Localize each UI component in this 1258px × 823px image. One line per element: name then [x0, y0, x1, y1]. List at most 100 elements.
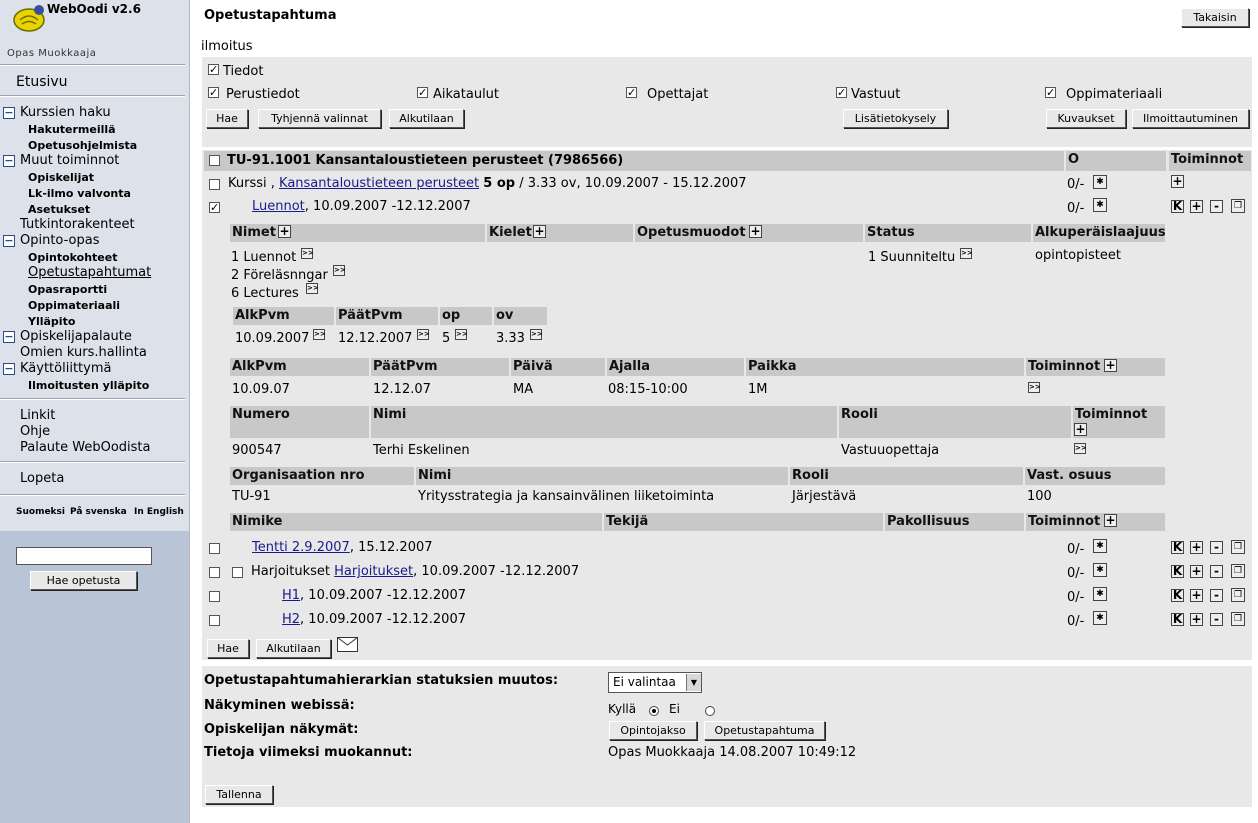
remove-button[interactable]: -: [1210, 613, 1223, 626]
row-checkbox[interactable]: ✓: [209, 202, 220, 213]
add-schedule-button[interactable]: +: [1104, 359, 1117, 372]
lecture-link[interactable]: Luennot: [252, 199, 305, 214]
person-icon[interactable]: ✱: [1093, 175, 1107, 189]
nav-opetustapahtumat[interactable]: Opetustapahtumat: [28, 265, 151, 280]
add-button[interactable]: +: [1190, 613, 1203, 626]
collapse-icon[interactable]: −: [3, 155, 15, 167]
nav-tutkintorakenteet[interactable]: Tutkintorakenteet: [20, 217, 135, 232]
add-button[interactable]: +: [1171, 175, 1184, 188]
more-button[interactable]: >>: [530, 329, 543, 340]
h1-link[interactable]: H1: [282, 588, 300, 603]
nav-opiskelijapalaute[interactable]: Opiskelijapalaute: [20, 329, 132, 344]
k-button[interactable]: K: [1171, 613, 1184, 626]
nav-hakutermeilla[interactable]: Hakutermeillä: [28, 123, 116, 136]
add-button[interactable]: +: [1190, 200, 1203, 213]
tiedot-checkbox[interactable]: ✓: [208, 64, 219, 75]
row-checkbox[interactable]: [209, 543, 220, 554]
perustiedot-checkbox[interactable]: ✓: [208, 87, 219, 98]
nav-kurssien-haku[interactable]: Kurssien haku: [20, 105, 111, 120]
more-button[interactable]: >>: [313, 329, 326, 340]
k-button[interactable]: K: [1171, 589, 1184, 602]
row-checkbox[interactable]: [209, 591, 220, 602]
add-teacher-button[interactable]: +: [1074, 423, 1087, 436]
back-button[interactable]: Takaisin: [1181, 8, 1249, 27]
add-material-button[interactable]: +: [1104, 514, 1117, 527]
extra-info-button[interactable]: Lisätietokysely: [843, 109, 948, 128]
remove-button[interactable]: -: [1210, 589, 1223, 602]
more-button[interactable]: >>: [333, 265, 346, 276]
more-button[interactable]: >>: [1028, 382, 1041, 393]
nav-palaute[interactable]: Palaute WebOodista: [20, 440, 151, 455]
nav-asetukset[interactable]: Asetukset: [28, 203, 90, 216]
k-button[interactable]: K: [1171, 541, 1184, 554]
course-view-button[interactable]: Opintojakso: [609, 721, 697, 740]
copy-icon[interactable]: ❐: [1231, 540, 1245, 554]
more-button[interactable]: >>: [1074, 443, 1087, 454]
nav-lk-ilmo-valvonta[interactable]: Lk-ilmo valvonta: [28, 187, 131, 200]
nav-opinto-opas[interactable]: Opinto-opas: [20, 233, 100, 248]
k-button[interactable]: K: [1171, 565, 1184, 578]
web-yes-radio[interactable]: [649, 705, 659, 716]
chevron-down-icon[interactable]: ▼: [686, 674, 701, 691]
nav-opiskelijat[interactable]: Opiskelijat: [28, 171, 94, 184]
collapse-icon[interactable]: −: [3, 235, 15, 247]
remove-button[interactable]: -: [1210, 200, 1223, 213]
more-button[interactable]: >>: [301, 248, 314, 259]
more-button[interactable]: >>: [306, 283, 319, 294]
nav-yllapito[interactable]: Ylläpito: [28, 315, 75, 328]
copy-icon[interactable]: ❐: [1231, 199, 1245, 213]
nav-linkit[interactable]: Linkit: [20, 408, 55, 423]
more-button[interactable]: >>: [417, 329, 430, 340]
nav-home[interactable]: Etusivu: [16, 74, 68, 90]
more-button[interactable]: >>: [455, 329, 468, 340]
remove-button[interactable]: -: [1210, 565, 1223, 578]
reset-button[interactable]: Alkutilaan: [389, 109, 464, 128]
vastuut-checkbox[interactable]: ✓: [836, 87, 847, 98]
person-icon[interactable]: ✱: [1093, 198, 1107, 212]
person-icon[interactable]: ✱: [1093, 611, 1107, 625]
row-checkbox[interactable]: [209, 179, 220, 190]
save-button[interactable]: Tallenna: [205, 785, 273, 804]
add-form-button[interactable]: +: [749, 225, 762, 238]
nav-opintokohteet[interactable]: Opintokohteet: [28, 251, 118, 264]
lang-en[interactable]: In English: [134, 507, 184, 517]
add-button[interactable]: +: [1190, 565, 1203, 578]
row-checkbox[interactable]: [209, 615, 220, 626]
mail-icon[interactable]: [337, 637, 358, 652]
exercise-link[interactable]: Harjoitukset: [334, 564, 413, 579]
person-icon[interactable]: ✱: [1093, 563, 1107, 577]
nav-muut-toiminnot[interactable]: Muut toiminnot: [20, 153, 119, 168]
nav-opetusohjelmista[interactable]: Opetusohjelmista: [28, 139, 137, 152]
search-button[interactable]: Hae: [206, 109, 248, 128]
descriptions-button[interactable]: Kuvaukset: [1046, 109, 1126, 128]
nav-kayttoliittyma[interactable]: Käyttöliittymä: [20, 361, 111, 376]
collapse-icon[interactable]: −: [3, 363, 15, 375]
exam-link[interactable]: Tentti 2.9.2007: [252, 540, 350, 555]
add-language-button[interactable]: +: [533, 225, 546, 238]
sidebar-search-input[interactable]: [16, 547, 152, 565]
remove-button[interactable]: -: [1210, 541, 1223, 554]
search-course-button[interactable]: Hae opetusta: [30, 571, 137, 590]
add-button[interactable]: +: [1190, 589, 1203, 602]
add-name-button[interactable]: +: [278, 225, 291, 238]
person-icon[interactable]: ✱: [1093, 587, 1107, 601]
nav-ohje[interactable]: Ohje: [20, 424, 50, 439]
web-no-radio[interactable]: [705, 705, 716, 716]
reset-button-bottom[interactable]: Alkutilaan: [256, 639, 331, 658]
h2-link[interactable]: H2: [282, 612, 300, 627]
k-button[interactable]: K: [1171, 200, 1184, 213]
aikataulut-checkbox[interactable]: ✓: [417, 87, 428, 98]
collapse-icon[interactable]: −: [3, 331, 15, 343]
clear-selections-button[interactable]: Tyhjennä valinnat: [258, 109, 381, 128]
nav-oppimateriaali[interactable]: Oppimateriaali: [28, 299, 120, 312]
lang-sv[interactable]: På svenska: [70, 507, 127, 517]
nav-opasraportti[interactable]: Opasraportti: [28, 283, 107, 296]
opettajat-checkbox[interactable]: ✓: [626, 87, 637, 98]
copy-icon[interactable]: ❐: [1231, 588, 1245, 602]
registration-button[interactable]: Ilmoittautuminen: [1132, 109, 1249, 128]
event-view-button[interactable]: Opetustapahtuma: [704, 721, 825, 740]
copy-icon[interactable]: ❐: [1231, 612, 1245, 626]
nav-ilmoitusten-yllapito[interactable]: Ilmoitusten ylläpito: [28, 379, 149, 392]
lang-fi[interactable]: Suomeksi: [16, 507, 65, 517]
nav-lopeta[interactable]: Lopeta: [20, 471, 64, 486]
